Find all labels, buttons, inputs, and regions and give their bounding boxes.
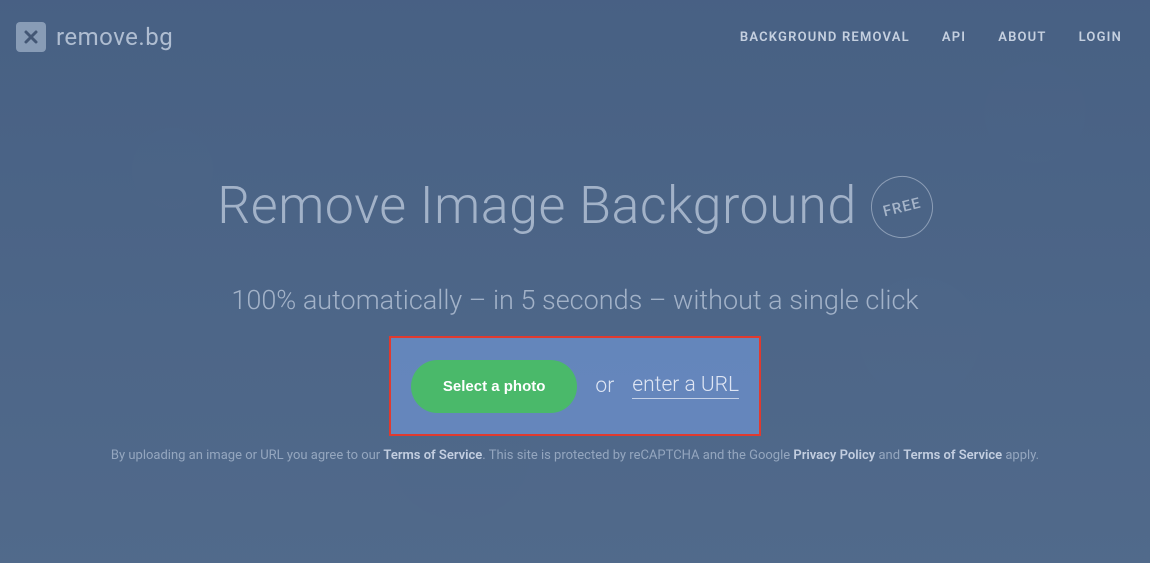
nav-api[interactable]: API <box>942 30 966 45</box>
select-photo-button[interactable]: Select a photo <box>411 360 578 413</box>
legal-prefix: By uploading an image or URL you agree t… <box>111 448 384 463</box>
legal-and: and <box>875 448 903 463</box>
free-badge: FREE <box>864 169 939 244</box>
logo-icon <box>16 22 46 52</box>
upload-box: Select a photo or enter a URL <box>389 336 761 436</box>
main-nav: BACKGROUND REMOVAL API ABOUT LOGIN <box>740 30 1122 45</box>
terms-link-2[interactable]: Terms of Service <box>903 448 1002 463</box>
terms-link[interactable]: Terms of Service <box>383 448 482 463</box>
nav-login[interactable]: LOGIN <box>1079 30 1122 45</box>
nav-background-removal[interactable]: BACKGROUND REMOVAL <box>740 30 910 45</box>
legal-suffix: apply. <box>1002 448 1039 463</box>
page-title: Remove Image Background <box>217 175 856 236</box>
legal-middle: . This site is protected by reCAPTCHA an… <box>482 448 793 463</box>
hero-section: Remove Image Background FREE 100% automa… <box>0 172 1150 469</box>
logo[interactable]: remove.bg <box>16 22 173 52</box>
logo-text: remove.bg <box>56 23 173 51</box>
header: remove.bg BACKGROUND REMOVAL API ABOUT L… <box>0 0 1150 52</box>
title-row: Remove Image Background FREE <box>0 172 1150 238</box>
nav-about[interactable]: ABOUT <box>998 30 1046 45</box>
page-subtitle: 100% automatically – in 5 seconds – with… <box>0 284 1150 316</box>
legal-text: By uploading an image or URL you agree t… <box>0 444 1150 469</box>
or-text: or <box>595 374 614 398</box>
privacy-link[interactable]: Privacy Policy <box>793 448 875 463</box>
enter-url-link[interactable]: enter a URL <box>632 373 739 399</box>
